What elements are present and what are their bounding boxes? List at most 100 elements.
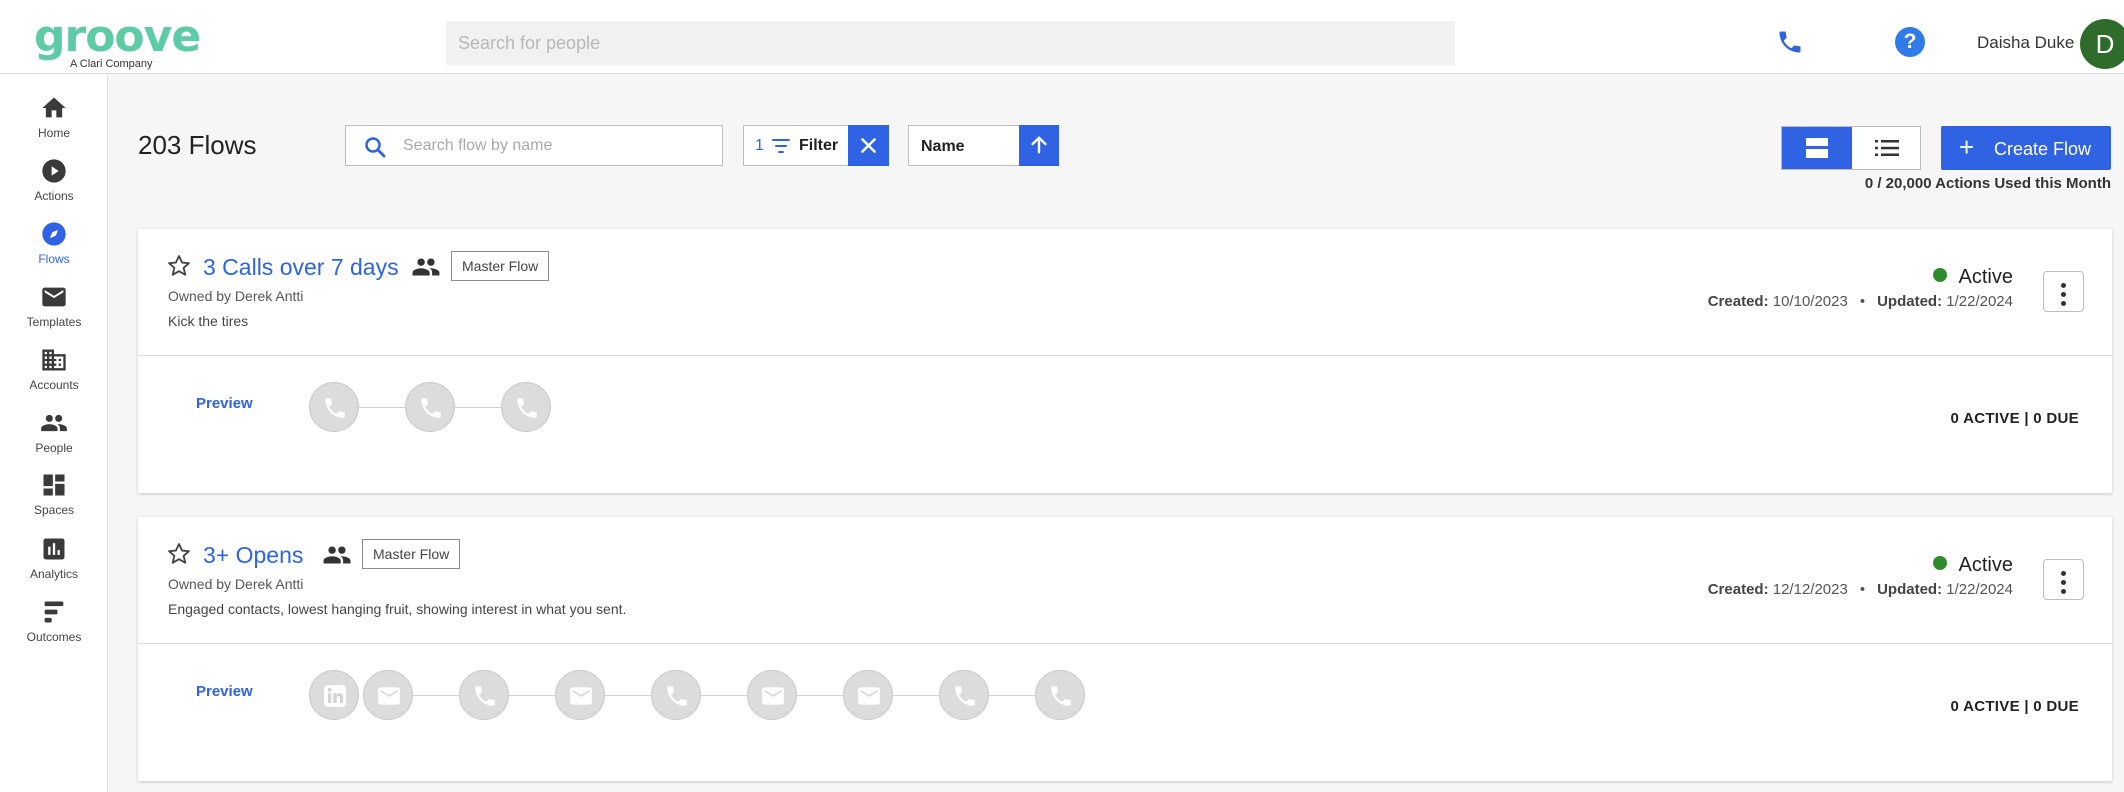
email-step[interactable] bbox=[843, 670, 893, 720]
flow-card-header: 3 Calls over 7 days Master Flow Owned by… bbox=[138, 229, 2112, 356]
phone-icon[interactable] bbox=[1776, 28, 1804, 56]
sidebar-item-templates[interactable]: Templates bbox=[0, 283, 108, 329]
preview-link[interactable]: Preview bbox=[196, 683, 253, 700]
sort-direction-button[interactable] bbox=[1019, 125, 1059, 166]
call-step[interactable] bbox=[1035, 670, 1085, 720]
sort-label: Name bbox=[921, 138, 965, 155]
email-step[interactable] bbox=[363, 670, 413, 720]
filter-count: 1 bbox=[755, 137, 764, 154]
step-connector bbox=[797, 695, 843, 696]
star-icon[interactable] bbox=[166, 541, 192, 567]
phone-icon bbox=[667, 686, 687, 706]
sidebar-item-analytics[interactable]: Analytics bbox=[0, 535, 108, 581]
preview-link[interactable]: Preview bbox=[196, 395, 253, 412]
flow-title[interactable]: 3 Calls over 7 days bbox=[203, 254, 399, 281]
building-icon bbox=[42, 349, 66, 371]
status-dot bbox=[1932, 556, 1947, 570]
call-step[interactable] bbox=[501, 382, 551, 432]
sidebar-item-actions[interactable]: Actions bbox=[0, 157, 108, 203]
sidebar-item-label: People bbox=[35, 441, 73, 455]
filter-icon bbox=[772, 139, 790, 153]
star-icon[interactable] bbox=[166, 253, 192, 279]
team-icon bbox=[323, 546, 351, 564]
view-toggle bbox=[1781, 126, 1921, 170]
dashboard-icon bbox=[43, 474, 65, 496]
sort-select[interactable]: Name bbox=[908, 125, 1059, 166]
sidebar-item-label: Home bbox=[37, 126, 70, 140]
status-text: Active bbox=[1958, 554, 2013, 576]
flow-card-body: Preview 0 ACTIVE | 0 DUE bbox=[138, 356, 2112, 493]
phone-icon bbox=[955, 686, 975, 706]
sidebar-item-accounts[interactable]: Accounts bbox=[0, 346, 108, 392]
created-label: Created: bbox=[1707, 581, 1769, 598]
flow-title[interactable]: 3+ Opens bbox=[203, 542, 303, 569]
updated-label: Updated: bbox=[1877, 581, 1943, 598]
step-connector bbox=[359, 407, 405, 408]
flow-dates: Created: 10/10/2023 • Updated: 1/22/2024 bbox=[1708, 293, 2013, 310]
sidebar-item-spaces[interactable]: Spaces bbox=[0, 471, 108, 517]
avatar[interactable]: D bbox=[2080, 19, 2124, 69]
call-step[interactable] bbox=[405, 382, 455, 432]
email-step[interactable] bbox=[747, 670, 797, 720]
play-circle-icon bbox=[42, 159, 66, 183]
sidebar-item-home[interactable]: Home bbox=[0, 94, 108, 140]
call-step[interactable] bbox=[459, 670, 509, 720]
create-flow-label: Create Flow bbox=[1994, 139, 2092, 159]
people-search-input[interactable] bbox=[446, 21, 1455, 65]
sidebar-item-flows[interactable]: Flows bbox=[0, 220, 108, 266]
sidebar-item-label: Actions bbox=[34, 189, 74, 203]
step-connector bbox=[893, 695, 939, 696]
compass-icon bbox=[42, 222, 66, 246]
more-options-button[interactable] bbox=[2043, 559, 2084, 600]
flow-dates: Created: 12/12/2023 • Updated: 1/22/2024 bbox=[1708, 581, 2013, 598]
filter-button[interactable]: 1 Filter bbox=[743, 125, 889, 166]
status-text: Active bbox=[1958, 266, 2013, 288]
master-flow-tag: Master Flow bbox=[451, 251, 550, 281]
help-icon[interactable]: ? bbox=[1895, 27, 1925, 57]
flow-search-box[interactable] bbox=[345, 125, 723, 166]
call-step[interactable] bbox=[651, 670, 701, 720]
linkedin-step[interactable] bbox=[309, 670, 359, 720]
flow-card-header: 3+ Opens Master Flow Owned by Derek Antt… bbox=[138, 517, 2112, 644]
flow-steps bbox=[309, 670, 1085, 722]
sidebar-item-outcomes[interactable]: Outcomes bbox=[0, 598, 108, 644]
logo-subtext: A Clari Company bbox=[70, 58, 153, 70]
close-icon bbox=[861, 138, 876, 153]
create-flow-button[interactable]: + Create Flow bbox=[1941, 126, 2111, 170]
email-icon bbox=[762, 687, 784, 705]
call-step[interactable] bbox=[309, 382, 359, 432]
card-view-button[interactable] bbox=[1782, 127, 1852, 169]
linkedin-icon bbox=[324, 685, 346, 707]
email-icon bbox=[378, 687, 400, 705]
flow-search-input[interactable] bbox=[403, 126, 713, 165]
updated-label: Updated: bbox=[1877, 293, 1943, 310]
list-view-icon bbox=[1875, 140, 1899, 156]
status-dot bbox=[1932, 268, 1947, 282]
phone-icon bbox=[1051, 686, 1071, 706]
phone-icon bbox=[421, 398, 441, 418]
user-name[interactable]: Daisha Duke bbox=[1977, 33, 2074, 53]
team-icon bbox=[412, 258, 440, 276]
clear-filter-button[interactable] bbox=[848, 125, 889, 166]
filter-label: Filter bbox=[799, 137, 839, 154]
list-view-button[interactable] bbox=[1852, 127, 1921, 169]
flow-counts: 0 ACTIVE | 0 DUE bbox=[1950, 410, 2079, 427]
call-step[interactable] bbox=[939, 670, 989, 720]
email-step[interactable] bbox=[555, 670, 605, 720]
flow-owner: Owned by Derek Antti bbox=[168, 288, 304, 304]
email-icon bbox=[858, 687, 880, 705]
step-connector bbox=[989, 695, 1035, 696]
flow-counts: 0 ACTIVE | 0 DUE bbox=[1950, 698, 2079, 715]
updated-date: 1/22/2024 bbox=[1946, 293, 2013, 310]
email-icon bbox=[570, 687, 592, 705]
plus-icon: + bbox=[1959, 132, 1975, 162]
more-options-button[interactable] bbox=[2043, 271, 2084, 312]
status-badge: Active bbox=[1932, 554, 2013, 577]
bar-chart-icon bbox=[43, 538, 65, 560]
step-connector bbox=[605, 695, 651, 696]
step-connector bbox=[413, 695, 459, 696]
groove-logo[interactable]: groove A Clari Company bbox=[34, 11, 201, 71]
envelope-icon bbox=[42, 287, 66, 307]
logo-wordmark: groove bbox=[34, 11, 201, 62]
sidebar-item-people[interactable]: People bbox=[0, 409, 108, 455]
